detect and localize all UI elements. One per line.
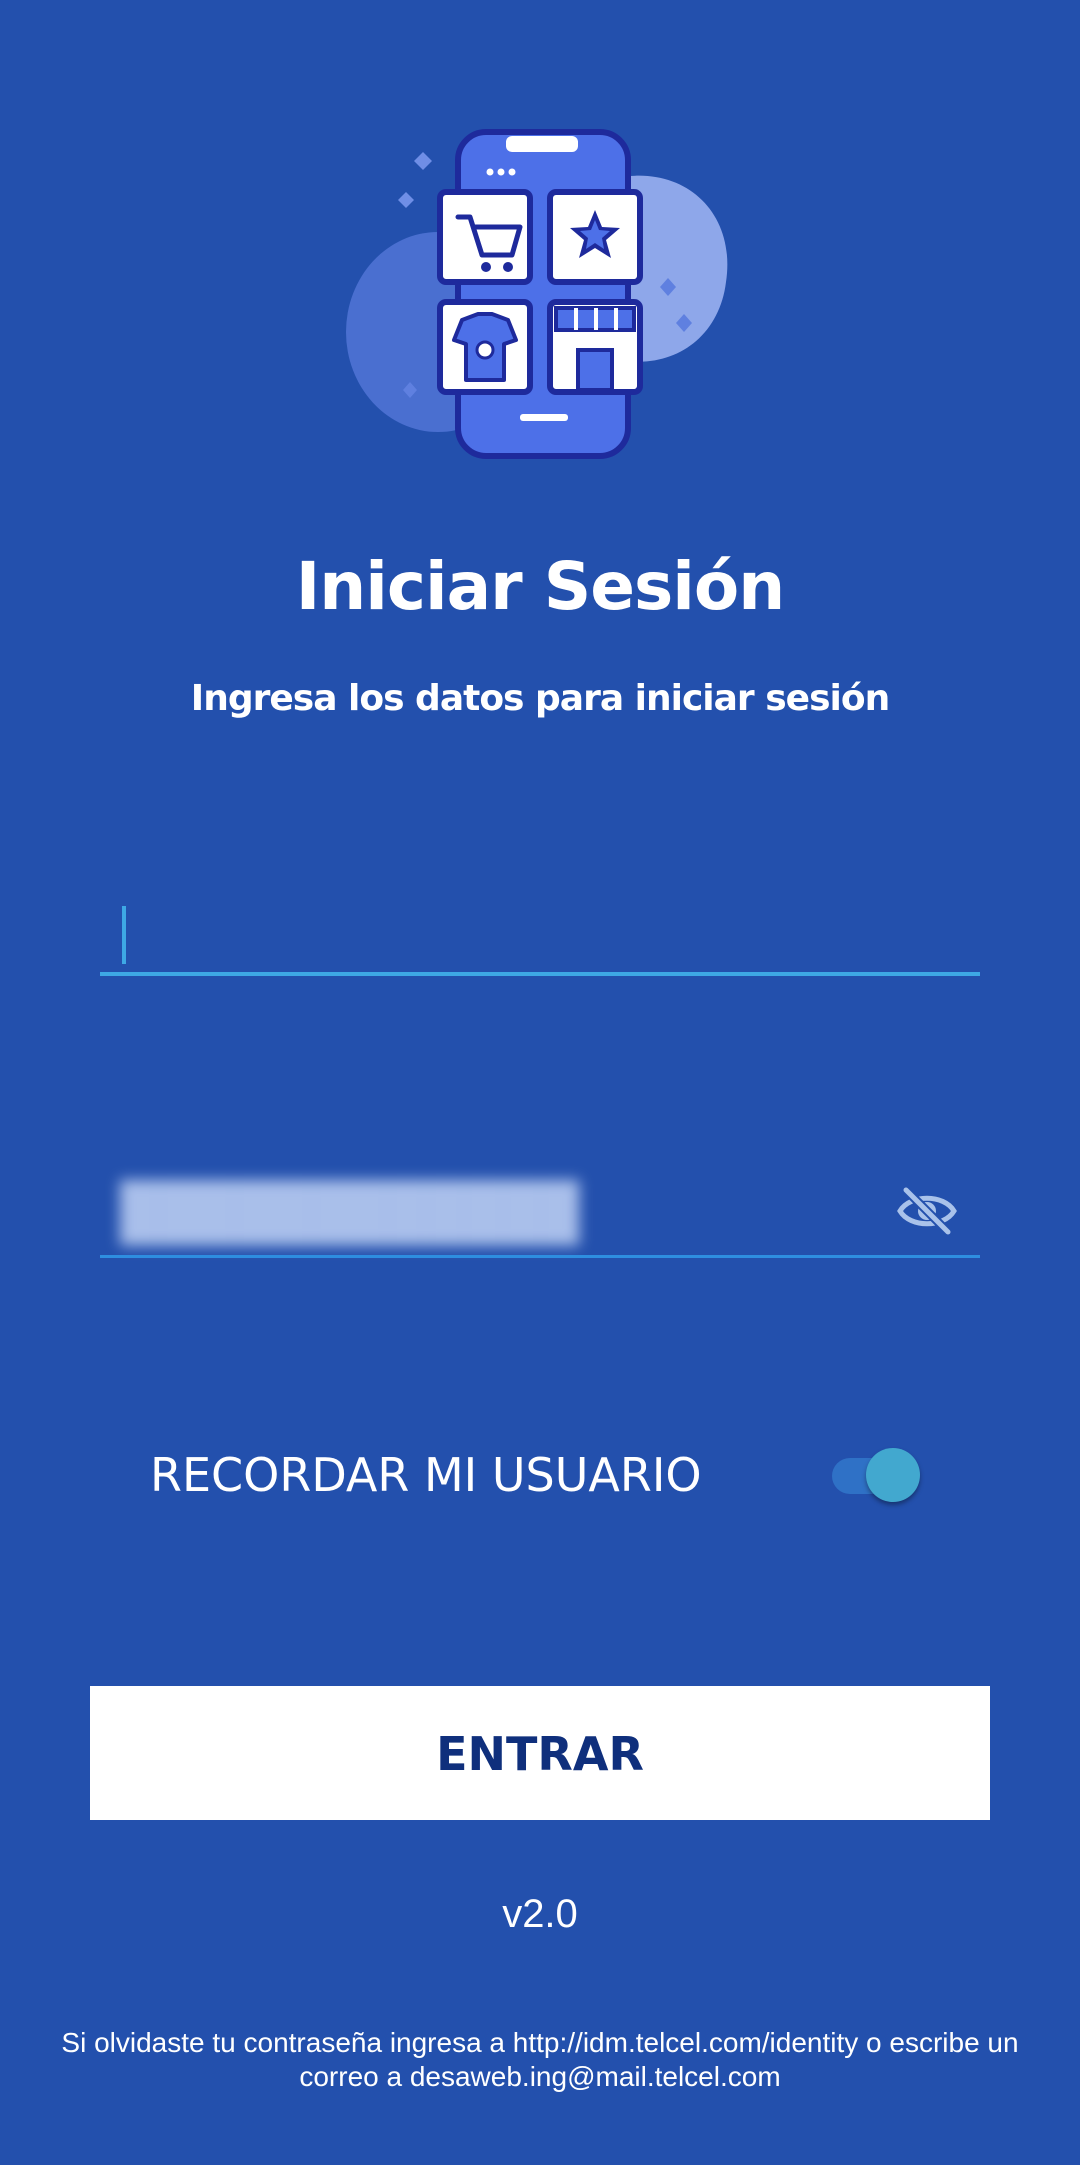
page-subtitle: Ingresa los datos para iniciar sesión: [190, 678, 890, 719]
remember-user-label: RECORDAR MI USUARIO: [150, 1448, 702, 1502]
employee-number-field[interactable]: [100, 880, 980, 976]
toggle-thumb: [866, 1448, 920, 1502]
text-cursor: [122, 906, 126, 964]
page-title: Iniciar Sesión: [295, 548, 786, 625]
password-field[interactable]: ████████████: [100, 1160, 980, 1258]
employee-number-input[interactable]: [100, 880, 980, 976]
password-recovery-note: Si olvidaste tu contraseña ingresa a htt…: [40, 2026, 1040, 2094]
eye-off-icon[interactable]: [896, 1184, 958, 1238]
recovery-note-line-2: correo a desaweb.ing@mail.telcel.com: [299, 2061, 781, 2092]
recovery-note-line-1: Si olvidaste tu contraseña ingresa a htt…: [61, 2027, 1019, 2058]
remember-user-toggle[interactable]: [830, 1448, 922, 1504]
password-field-underline: [100, 1255, 980, 1258]
mobile-store-illustration: [338, 92, 742, 500]
password-input[interactable]: [100, 1160, 980, 1258]
enter-button[interactable]: ENTRAR: [90, 1686, 990, 1820]
app-version: v2.0: [502, 1892, 578, 1936]
user-field-underline: [100, 972, 980, 976]
